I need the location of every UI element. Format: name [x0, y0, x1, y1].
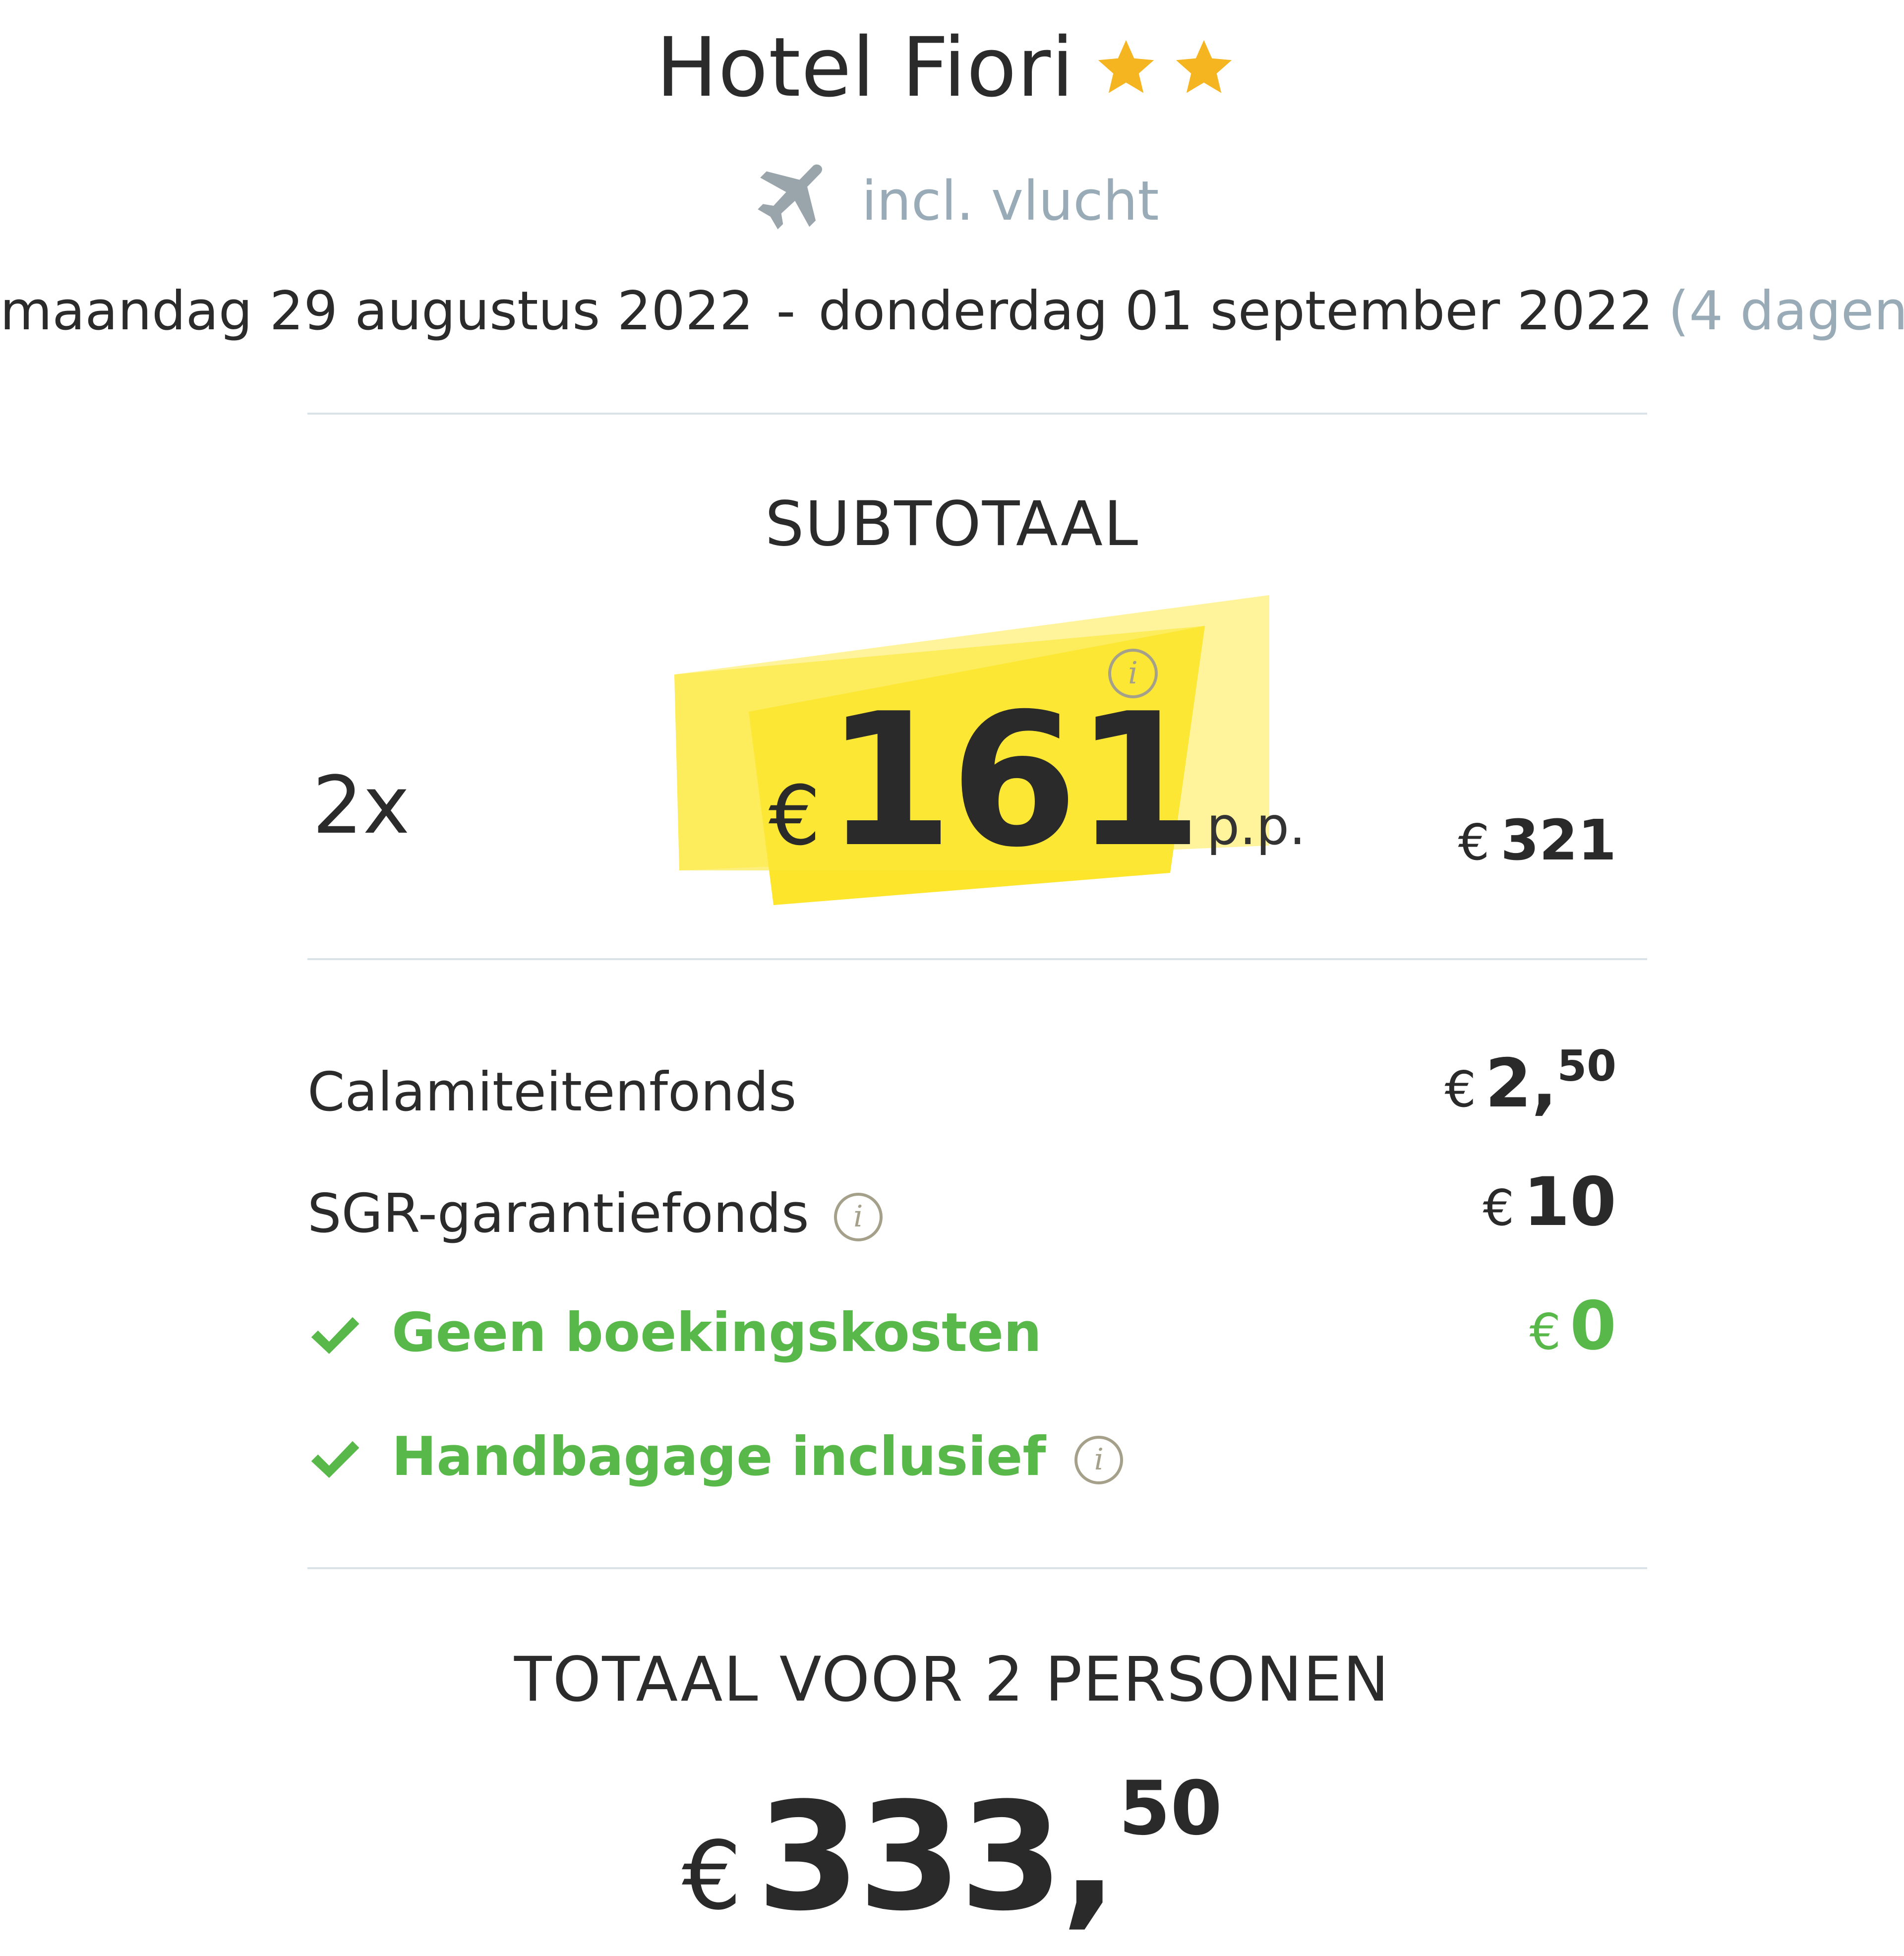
total-amount-decimals: 50: [1119, 1766, 1222, 1852]
subtotal-amount: €321: [1458, 808, 1616, 873]
subtotal-value: 321: [1500, 808, 1616, 873]
divider: [307, 958, 1647, 960]
benefit-booking-fee-label: Geen boekingskosten: [392, 1302, 1042, 1364]
currency-symbol: €: [769, 768, 821, 863]
total-heading: TOTAAL VOOR 2 PERSONEN: [514, 1644, 1390, 1715]
total-amount-value: 333,: [756, 1771, 1118, 1944]
hotel-title: Hotel Fiori: [655, 20, 1074, 115]
hotel-header: Hotel Fiori: [0, 20, 1904, 115]
star-icon: [1098, 40, 1154, 93]
check-icon: [311, 1441, 359, 1478]
fee-calamiteitenfonds-amount: €2,50: [1444, 1041, 1616, 1122]
hotel-stars: [1095, 36, 1248, 99]
info-icon[interactable]: i: [1074, 1436, 1124, 1485]
benefit-hand-luggage: Handbagage inclusief i: [307, 1426, 1124, 1488]
price-per-person: €161 p.p.: [769, 674, 1306, 888]
benefit-booking-fee-amount: €0: [1529, 1287, 1616, 1365]
end-date: donderdag 01 september 2022: [818, 280, 1654, 342]
traveler-quantity: 2x: [312, 759, 410, 852]
fee-amount-decimals: 50: [1557, 1041, 1616, 1091]
start-date: maandag 29 augustus 2022: [0, 280, 754, 342]
fee-sgr-label: SGR-garantiefonds i: [307, 1183, 883, 1245]
subtotal-heading: SUBTOTAAL: [765, 489, 1139, 560]
fee-sgr-amount: €10: [1483, 1163, 1617, 1241]
flight-label: incl. vlucht: [861, 169, 1159, 233]
date-separator: -: [776, 280, 796, 342]
price-amount: 161: [825, 674, 1202, 888]
plane-icon: [758, 164, 823, 230]
per-person-label: p.p.: [1206, 796, 1306, 856]
fee-sgr-text: SGR-garantiefonds: [307, 1183, 809, 1245]
currency-symbol: €: [1458, 813, 1490, 871]
currency-symbol: €: [1444, 1060, 1477, 1118]
price-info-icon[interactable]: i: [1108, 649, 1158, 698]
benefit-hand-luggage-label: Handbagage inclusief: [392, 1426, 1046, 1488]
currency-symbol: €: [1483, 1179, 1515, 1237]
total-amount: €333,50: [0, 1766, 1904, 1944]
trip-duration: (4 dagen): [1668, 280, 1904, 342]
fee-amount-value: 10: [1523, 1163, 1616, 1241]
currency-symbol: €: [1529, 1303, 1561, 1361]
benefit-amount-value: 0: [1570, 1287, 1616, 1365]
star-icon: [1176, 40, 1232, 93]
fee-calamiteitenfonds-label: Calamiteitenfonds: [307, 1061, 797, 1123]
flight-info: incl. vlucht: [0, 159, 1904, 243]
benefit-booking-fee: Geen boekingskosten: [307, 1302, 1042, 1364]
check-icon: [311, 1317, 359, 1354]
currency-symbol: €: [682, 1821, 742, 1931]
travel-dates: maandag 29 augustus 2022- donderdag 01 se…: [0, 280, 1904, 342]
divider: [307, 413, 1647, 415]
info-icon[interactable]: i: [833, 1193, 883, 1242]
divider: [307, 1567, 1647, 1569]
fee-amount-value: 2,: [1485, 1044, 1557, 1122]
